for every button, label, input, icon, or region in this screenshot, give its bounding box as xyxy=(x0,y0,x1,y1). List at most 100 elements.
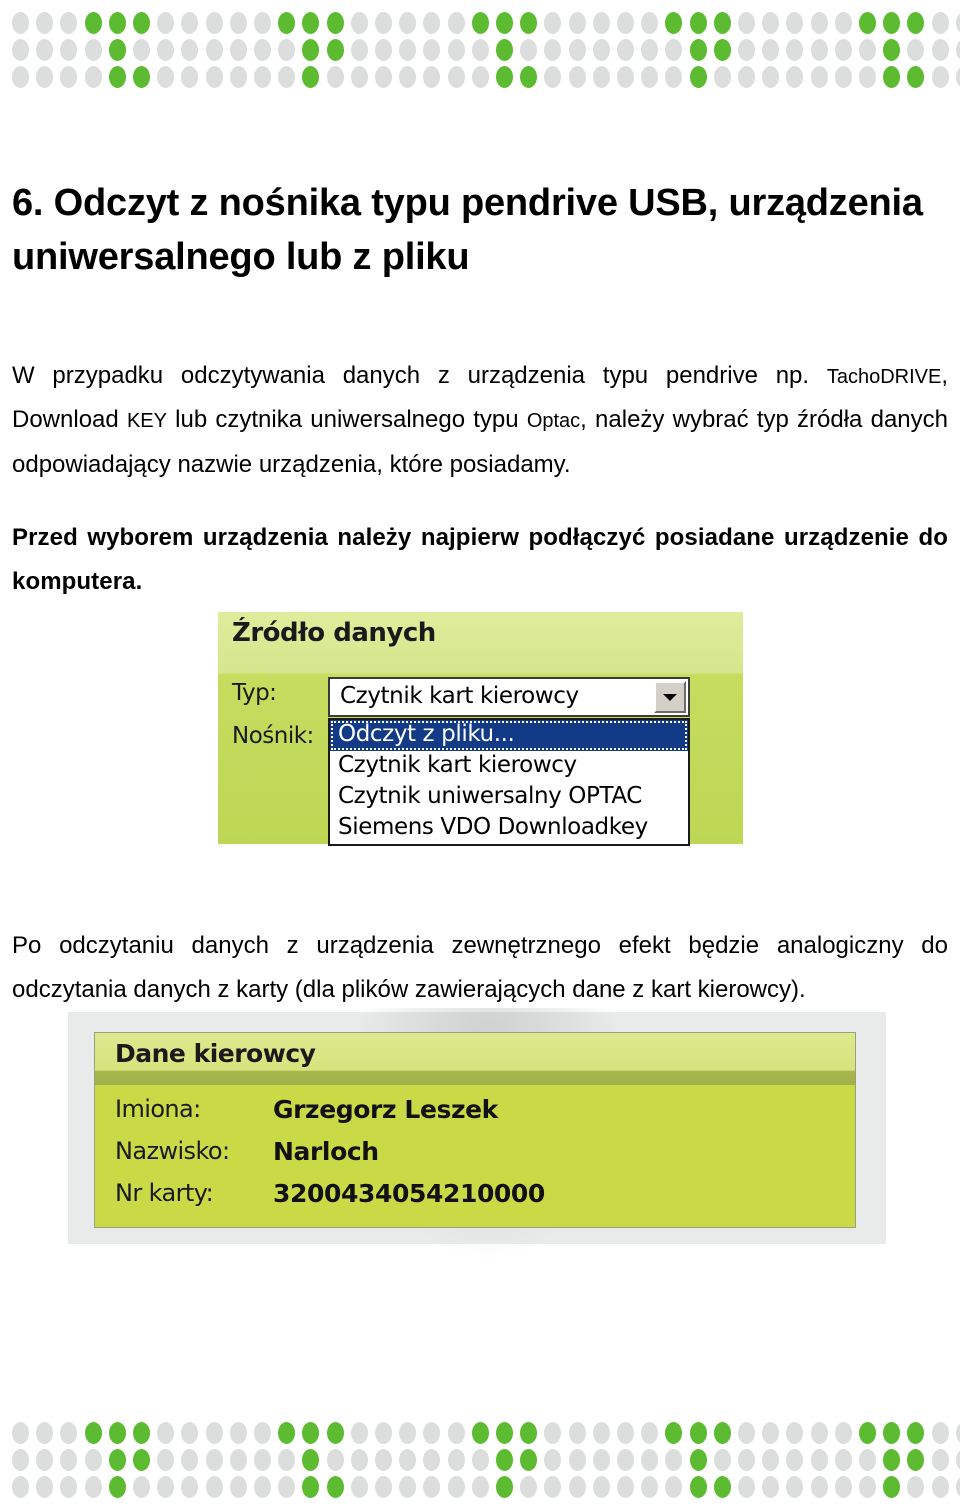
decorative-dot xyxy=(12,1422,29,1444)
decorative-dot xyxy=(181,66,199,88)
decorative-dot xyxy=(181,39,199,61)
driver-row-first-names: Imiona: Grzegorz Leszek xyxy=(95,1095,855,1135)
decorative-dot xyxy=(229,1449,247,1471)
decorative-dot xyxy=(36,1422,54,1444)
decorative-dot xyxy=(834,12,852,34)
decorative-dot xyxy=(544,66,562,88)
decorative-dot xyxy=(834,1476,852,1498)
decorative-dot xyxy=(254,66,271,88)
decorative-dot xyxy=(955,1422,960,1444)
decorative-dot xyxy=(931,39,949,61)
decorative-dot xyxy=(762,1476,780,1498)
decorative-dot xyxy=(36,12,54,34)
decorative-dot xyxy=(84,1422,102,1444)
type-combobox[interactable]: Czytnik kart kierowcy xyxy=(328,677,690,717)
decorative-dot xyxy=(834,1449,852,1471)
dropdown-option[interactable]: Czytnik kart kierowcy xyxy=(330,751,688,782)
decorative-dot xyxy=(157,1422,175,1444)
dropdown-option[interactable]: Odczyt z pliku... xyxy=(330,720,688,751)
decorative-dot xyxy=(907,1476,925,1498)
driver-data-title: Dane kierowcy xyxy=(115,1039,316,1068)
driver-data-header: Dane kierowcy xyxy=(95,1033,855,1085)
chevron-down-icon[interactable] xyxy=(654,681,686,713)
decorative-dot xyxy=(496,1422,513,1444)
surname-label: Nazwisko: xyxy=(115,1137,230,1165)
decorative-dot xyxy=(447,1476,465,1498)
decorative-dot xyxy=(496,66,513,88)
paragraph-warning: Przed wyborem urządzenia należy najpierw… xyxy=(12,524,948,596)
decorative-dot xyxy=(931,1476,949,1498)
decorative-dot xyxy=(375,66,392,88)
dropdown-option[interactable]: Siemens VDO Downloadkey xyxy=(330,813,688,844)
decorative-dot xyxy=(713,1476,731,1498)
decorative-dot xyxy=(447,1422,465,1444)
decorative-dot xyxy=(447,66,465,88)
decorative-dot xyxy=(84,39,102,61)
screenshot-data-source-dialog: Źródło danych Typ: Nośnik: Czytnik kart … xyxy=(218,612,743,846)
decorative-dot xyxy=(12,12,29,34)
decorative-dot xyxy=(665,66,683,88)
decorative-dot xyxy=(326,66,344,88)
brand-key: KEY xyxy=(126,410,167,433)
decorative-dot xyxy=(133,66,150,88)
decorative-dot xyxy=(810,39,828,61)
decorative-dot xyxy=(520,66,538,88)
decorative-dot xyxy=(762,39,780,61)
decorative-dot xyxy=(108,66,126,88)
decorative-dot xyxy=(108,1422,126,1444)
decorative-dot xyxy=(471,1422,489,1444)
decorative-dot xyxy=(423,39,441,61)
decorative-dot xyxy=(229,39,247,61)
decorative-dot xyxy=(133,1422,150,1444)
decorative-dot xyxy=(689,1422,707,1444)
decorative-dot xyxy=(907,66,925,88)
decorative-dot xyxy=(859,66,876,88)
decorative-dot xyxy=(955,66,960,88)
decorative-dot xyxy=(423,1476,441,1498)
decorative-dot xyxy=(689,39,707,61)
decorative-dot xyxy=(496,39,513,61)
decorative-dot xyxy=(157,1476,175,1498)
driver-row-card-number: Nr karty: 3200434054210000 xyxy=(95,1179,855,1219)
decorative-dot xyxy=(254,1449,271,1471)
decorative-dot xyxy=(762,1449,780,1471)
decorative-dot xyxy=(254,1476,271,1498)
decorative-dot xyxy=(544,1476,562,1498)
decorative-dot xyxy=(375,1476,392,1498)
decorative-dot xyxy=(60,1422,78,1444)
decorative-dot xyxy=(60,1476,78,1498)
decorative-dot xyxy=(447,12,465,34)
decorative-dot xyxy=(762,12,780,34)
decorative-dot xyxy=(229,12,247,34)
decorative-dot xyxy=(205,1476,223,1498)
decorative-dot xyxy=(641,1449,659,1471)
decorative-dot xyxy=(350,12,368,34)
type-dropdown-list[interactable]: Odczyt z pliku... Czytnik kart kierowcy Cz… xyxy=(328,718,690,846)
decorative-dot xyxy=(617,12,634,34)
dropdown-option[interactable]: Czytnik uniwersalny OPTAC xyxy=(330,782,688,813)
decorative-dot xyxy=(568,1422,586,1444)
decorative-dot xyxy=(399,66,417,88)
decorative-dot xyxy=(133,1449,150,1471)
decorative-dot xyxy=(181,12,199,34)
decorative-dot xyxy=(883,39,901,61)
decorative-dot xyxy=(471,1449,489,1471)
decorative-dot xyxy=(36,1476,54,1498)
decorative-dot xyxy=(471,12,489,34)
decorative-dot xyxy=(254,12,271,34)
decorative-dot xyxy=(617,1449,634,1471)
decorative-dot xyxy=(713,66,731,88)
page-title: 6. Odczyt z nośnika typu pendrive USB, u… xyxy=(12,182,923,279)
decorative-dot xyxy=(254,39,271,61)
screenshot-driver-data: Dane kierowcy Imiona: Grzegorz Leszek Na… xyxy=(68,1008,886,1258)
decorative-dot xyxy=(689,66,707,88)
decorative-dot xyxy=(36,1449,54,1471)
decorative-dot xyxy=(641,66,659,88)
decorative-dot xyxy=(568,66,586,88)
decorative-dot xyxy=(786,1422,804,1444)
decorative-dot xyxy=(810,1449,828,1471)
decorative-dot xyxy=(859,1449,876,1471)
decorative-dot xyxy=(278,12,296,34)
decorative-dot xyxy=(84,1476,102,1498)
decorative-dot xyxy=(471,66,489,88)
